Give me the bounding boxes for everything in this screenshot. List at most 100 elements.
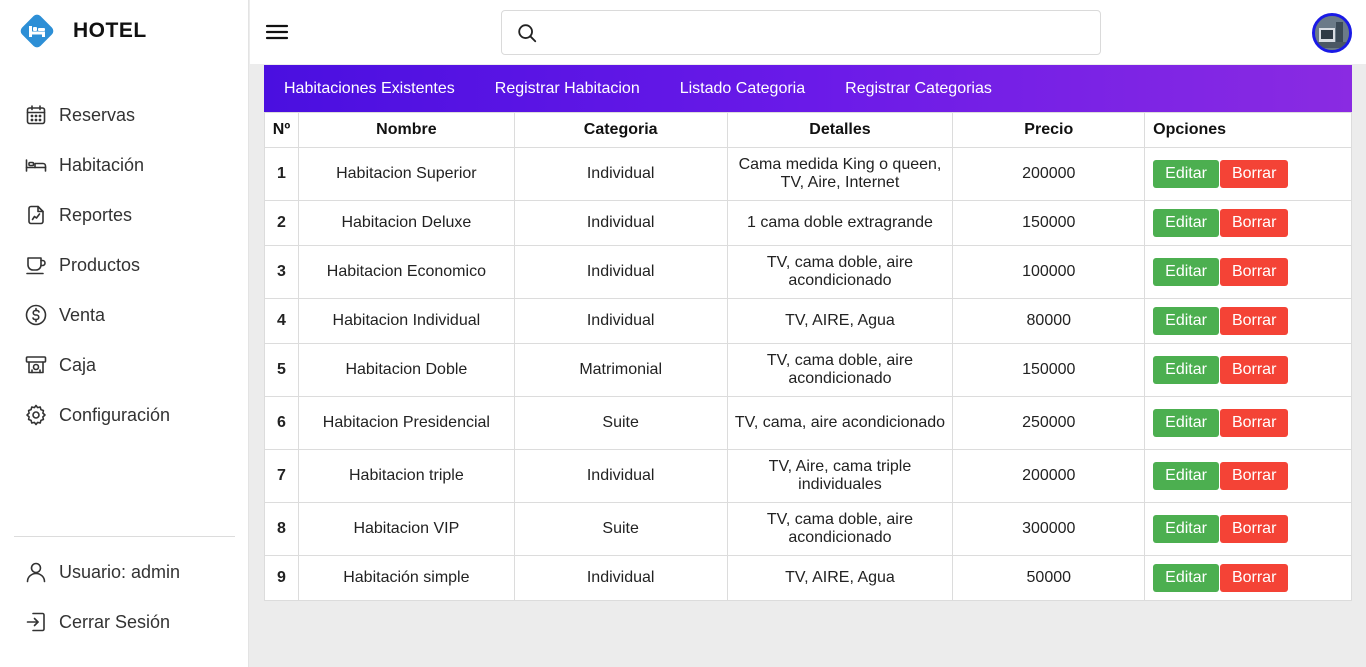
cell-number: 6 — [264, 396, 299, 450]
sidebar-item-configuracion[interactable]: Configuración — [0, 390, 249, 440]
delete-button[interactable]: Borrar — [1219, 160, 1289, 188]
search-input[interactable] — [548, 17, 1088, 49]
column-header-nombre: Nombre — [297, 112, 515, 148]
sidebar-divider — [14, 536, 235, 537]
cell-precio: 250000 — [952, 396, 1146, 450]
cell-opciones: Editar Borrar — [1144, 502, 1352, 556]
cell-detalles: TV, AIRE, Agua — [726, 298, 954, 344]
tab-habitaciones-existentes[interactable]: Habitaciones Existentes — [284, 80, 455, 98]
sidebar-footer: Usuario: admin Cerrar Sesión — [0, 547, 249, 647]
sidebar-item-label: Habitación — [59, 154, 145, 175]
sidebar-item-reportes[interactable]: Reportes — [0, 190, 249, 240]
cell-precio: 200000 — [952, 147, 1146, 201]
top-bar — [250, 0, 1366, 64]
cell-detalles: TV, cama, aire acondicionado — [726, 396, 954, 450]
sidebar-item-reservas[interactable]: Reservas — [0, 90, 249, 140]
sidebar-item-venta[interactable]: Venta — [0, 290, 249, 340]
cell-detalles: TV, AIRE, Agua — [726, 555, 954, 601]
edit-button[interactable]: Editar — [1153, 515, 1219, 543]
delete-button[interactable]: Borrar — [1219, 258, 1289, 286]
cell-nombre: Habitacion Presidencial — [297, 396, 515, 450]
avatar[interactable] — [1312, 13, 1352, 53]
delete-button[interactable]: Borrar — [1219, 515, 1289, 543]
edit-button[interactable]: Editar — [1153, 209, 1219, 237]
cell-precio: 100000 — [952, 245, 1146, 299]
cell-number: 9 — [264, 555, 299, 601]
cell-categoria: Suite — [513, 396, 728, 450]
search-box[interactable] — [501, 10, 1101, 55]
cell-detalles: Cama medida King o queen, TV, Aire, Inte… — [726, 147, 954, 201]
app-root: HOTEL Reservas Habitación Reportes Produ… — [0, 0, 1366, 667]
cell-number: 2 — [264, 200, 299, 246]
tab-listado-categoria[interactable]: Listado Categoria — [680, 80, 805, 98]
edit-button[interactable]: Editar — [1153, 307, 1219, 335]
cell-categoria: Individual — [513, 200, 728, 246]
rooms-table-container: Nº Nombre Categoria Detalles Precio Opci… — [264, 112, 1352, 601]
table-row: 6 Habitacion Presidencial Suite TV, cama… — [264, 396, 1352, 450]
table-row: 4 Habitacion Individual Individual TV, A… — [264, 298, 1352, 344]
logout-icon — [26, 612, 45, 632]
cell-opciones: Editar Borrar — [1144, 147, 1352, 201]
delete-button[interactable]: Borrar — [1219, 356, 1289, 384]
cell-opciones: Editar Borrar — [1144, 555, 1352, 601]
sidebar: HOTEL Reservas Habitación Reportes Produ… — [0, 0, 249, 667]
user-icon — [26, 562, 46, 583]
delete-button[interactable]: Borrar — [1219, 462, 1289, 490]
delete-button[interactable]: Borrar — [1219, 209, 1289, 237]
edit-button[interactable]: Editar — [1153, 409, 1219, 437]
sidebar-item-caja[interactable]: Caja — [0, 340, 249, 390]
tab-registrar-categorias[interactable]: Registrar Categorias — [845, 80, 992, 98]
cell-categoria: Matrimonial — [513, 343, 728, 397]
cell-categoria: Individual — [513, 298, 728, 344]
cell-nombre: Habitacion Economico — [297, 245, 515, 299]
bed-icon — [25, 159, 47, 172]
sidebar-item-label: Configuración — [59, 404, 171, 425]
register-icon — [25, 356, 47, 374]
logout-button[interactable]: Cerrar Sesión — [0, 597, 249, 647]
sidebar-item-productos[interactable]: Productos — [0, 240, 249, 290]
cell-number: 4 — [264, 298, 299, 344]
cell-opciones: Editar Borrar — [1144, 200, 1352, 246]
edit-button[interactable]: Editar — [1153, 258, 1219, 286]
edit-button[interactable]: Editar — [1153, 564, 1219, 592]
cell-nombre: Habitacion Individual — [297, 298, 515, 344]
cell-precio: 80000 — [952, 298, 1146, 344]
hamburger-menu-icon[interactable] — [265, 20, 289, 44]
cell-number: 5 — [264, 343, 299, 397]
sidebar-item-label: Productos — [59, 254, 141, 275]
column-header-number: Nº — [264, 112, 299, 148]
table-row: 7 Habitacion triple Individual TV, Aire,… — [264, 449, 1352, 503]
edit-button[interactable]: Editar — [1153, 462, 1219, 490]
cell-opciones: Editar Borrar — [1144, 245, 1352, 299]
delete-button[interactable]: Borrar — [1219, 307, 1289, 335]
cell-opciones: Editar Borrar — [1144, 449, 1352, 503]
table-row: 3 Habitacion Economico Individual TV, ca… — [264, 245, 1352, 299]
tab-registrar-habitacion[interactable]: Registrar Habitacion — [495, 80, 640, 98]
user-profile-item[interactable]: Usuario: admin — [0, 547, 249, 597]
user-label: Usuario: admin — [59, 561, 181, 582]
cell-number: 7 — [264, 449, 299, 503]
sidebar-item-habitacion[interactable]: Habitación — [0, 140, 249, 190]
cell-nombre: Habitacion Doble — [297, 343, 515, 397]
gear-icon — [26, 404, 46, 426]
cell-detalles: TV, cama doble, aire acondicionado — [726, 343, 954, 397]
cell-number: 3 — [264, 245, 299, 299]
avatar-image-icon — [1315, 16, 1349, 50]
cell-precio: 150000 — [952, 343, 1146, 397]
delete-button[interactable]: Borrar — [1219, 409, 1289, 437]
cell-categoria: Individual — [513, 555, 728, 601]
cell-categoria: Individual — [513, 449, 728, 503]
sidebar-item-label: Reservas — [59, 104, 136, 125]
column-header-opciones: Opciones — [1144, 112, 1352, 148]
cell-nombre: Habitacion Superior — [297, 147, 515, 201]
cell-opciones: Editar Borrar — [1144, 343, 1352, 397]
delete-button[interactable]: Borrar — [1219, 564, 1289, 592]
sidebar-nav: Reservas Habitación Reportes Productos V… — [0, 90, 249, 440]
brand[interactable]: HOTEL — [18, 12, 147, 50]
cell-detalles: 1 cama doble extragrande — [726, 200, 954, 246]
table-row: 5 Habitacion Doble Matrimonial TV, cama … — [264, 343, 1352, 397]
cell-detalles: TV, cama doble, aire acondicionado — [726, 245, 954, 299]
sidebar-item-label: Caja — [59, 354, 97, 375]
edit-button[interactable]: Editar — [1153, 160, 1219, 188]
edit-button[interactable]: Editar — [1153, 356, 1219, 384]
